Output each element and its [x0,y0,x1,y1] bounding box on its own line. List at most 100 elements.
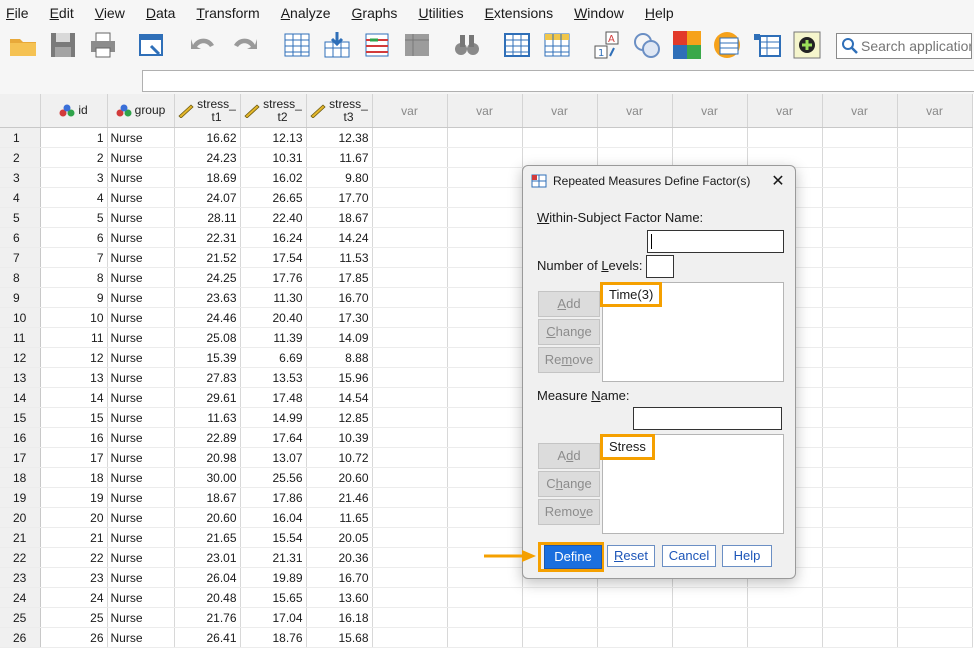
empty-cell[interactable] [897,427,973,448]
data-cell[interactable]: Nurse [107,267,175,288]
row-number[interactable]: 11 [0,327,41,348]
empty-cell[interactable] [822,567,898,588]
empty-cell[interactable] [597,127,673,148]
empty-cell[interactable] [897,587,973,608]
remove-factor-button[interactable]: Remove [538,347,600,373]
data-cell[interactable]: 13.60 [306,587,373,608]
data-cell[interactable]: 8 [40,267,108,288]
data-cell[interactable]: Nurse [107,247,175,268]
search-box[interactable] [836,33,972,59]
customize-colors-icon[interactable] [672,30,702,60]
empty-cell[interactable] [897,287,973,308]
data-cell[interactable]: 10.39 [306,427,373,448]
empty-column-header[interactable]: var [897,94,973,128]
empty-cell[interactable] [672,127,748,148]
data-cell[interactable]: 14.09 [306,327,373,348]
recall-dialog-icon[interactable] [137,30,167,60]
data-cell[interactable]: 17.48 [240,387,307,408]
menu-file[interactable]: File [0,0,29,26]
empty-cell[interactable] [822,207,898,228]
data-cell[interactable]: 15.65 [240,587,307,608]
empty-cell[interactable] [897,347,973,368]
empty-cell[interactable] [372,207,448,228]
data-cell[interactable]: 24 [40,587,108,608]
data-cell[interactable]: 20.98 [174,447,241,468]
data-cell[interactable]: 16.70 [306,287,373,308]
empty-cell[interactable] [822,307,898,328]
data-cell[interactable]: 20.60 [174,507,241,528]
run-descriptives-icon[interactable] [402,30,432,60]
empty-cell[interactable] [447,327,523,348]
empty-cell[interactable] [822,587,898,608]
empty-column-header[interactable]: var [372,94,448,128]
data-cell[interactable]: 19.89 [240,567,307,588]
row-number[interactable]: 7 [0,247,41,268]
empty-cell[interactable] [447,587,523,608]
data-cell[interactable]: Nurse [107,567,175,588]
empty-column-header[interactable]: var [747,94,823,128]
empty-cell[interactable] [897,567,973,588]
data-cell[interactable]: 16.02 [240,167,307,188]
row-number[interactable]: 13 [0,367,41,388]
menu-help[interactable]: Help [639,0,674,26]
empty-cell[interactable] [897,127,973,148]
data-cell[interactable]: Nurse [107,127,175,148]
empty-cell[interactable] [372,247,448,268]
data-cell[interactable]: 27.83 [174,367,241,388]
column-header[interactable]: stress_ t3 [306,94,373,128]
empty-cell[interactable] [522,627,598,648]
data-cell[interactable]: Nurse [107,367,175,388]
row-number[interactable]: 24 [0,587,41,608]
empty-cell[interactable] [447,187,523,208]
spelling-icon[interactable] [712,30,742,60]
empty-cell[interactable] [897,367,973,388]
row-number[interactable]: 2 [0,147,41,168]
row-number[interactable]: 19 [0,487,41,508]
find-icon[interactable] [452,30,482,60]
data-cell[interactable]: 26 [40,627,108,648]
empty-cell[interactable] [822,227,898,248]
data-cell[interactable]: Nurse [107,607,175,628]
empty-cell[interactable] [747,127,823,148]
empty-cell[interactable] [897,487,973,508]
row-number[interactable]: 15 [0,407,41,428]
empty-cell[interactable] [372,287,448,308]
data-cell[interactable]: 16 [40,427,108,448]
empty-cell[interactable] [372,547,448,568]
empty-cell[interactable] [822,467,898,488]
insert-cases-icon[interactable] [502,30,532,60]
data-cell[interactable]: 1 [40,127,108,148]
empty-cell[interactable] [522,607,598,628]
empty-cell[interactable] [447,567,523,588]
data-cell[interactable]: 11.67 [306,147,373,168]
data-cell[interactable]: Nurse [107,407,175,428]
empty-cell[interactable] [597,587,673,608]
data-cell[interactable]: 22 [40,547,108,568]
data-cell[interactable]: Nurse [107,227,175,248]
empty-cell[interactable] [372,567,448,588]
empty-column-header[interactable]: var [522,94,598,128]
data-cell[interactable]: 23.63 [174,287,241,308]
empty-cell[interactable] [372,307,448,328]
empty-cell[interactable] [372,587,448,608]
row-number[interactable]: 20 [0,507,41,528]
data-cell[interactable]: Nurse [107,547,175,568]
empty-cell[interactable] [447,467,523,488]
data-cell[interactable]: 11.30 [240,287,307,308]
print-icon[interactable] [88,30,118,60]
empty-cell[interactable] [897,607,973,628]
data-cell[interactable]: 18 [40,467,108,488]
empty-cell[interactable] [822,407,898,428]
empty-cell[interactable] [522,127,598,148]
empty-cell[interactable] [372,387,448,408]
data-cell[interactable]: Nurse [107,527,175,548]
empty-cell[interactable] [372,367,448,388]
empty-cell[interactable] [897,227,973,248]
empty-cell[interactable] [897,627,973,648]
empty-cell[interactable] [372,167,448,188]
data-cell[interactable]: 14 [40,387,108,408]
data-cell[interactable]: Nurse [107,387,175,408]
menu-analyze[interactable]: Analyze [275,0,331,26]
data-cell[interactable]: Nurse [107,627,175,648]
empty-cell[interactable] [447,227,523,248]
